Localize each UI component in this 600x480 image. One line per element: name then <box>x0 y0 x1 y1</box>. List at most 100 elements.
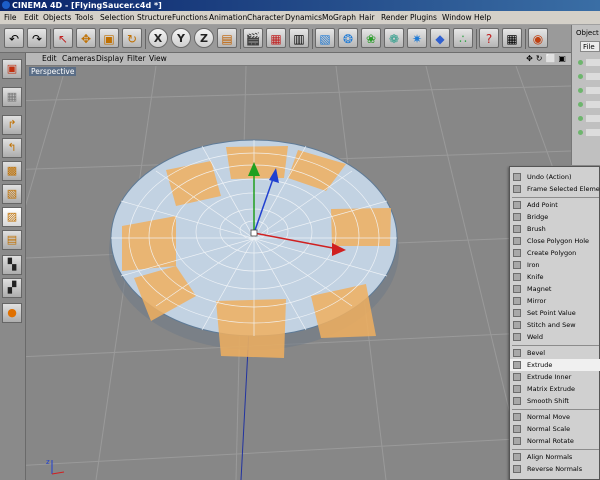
move-tool-icon[interactable]: ✥ <box>76 28 96 48</box>
menu-dynamics[interactable]: Dynamics <box>285 13 322 22</box>
menu-render[interactable]: Render <box>381 13 408 22</box>
menu-item-stitch-and-sew[interactable]: Stitch and Sew <box>510 319 600 331</box>
object-tree-row[interactable] <box>578 113 600 124</box>
menu-item-bevel[interactable]: Bevel <box>510 347 600 359</box>
solo-icon[interactable]: ▞ <box>2 278 22 298</box>
scale-tool-icon[interactable]: ▣ <box>99 28 119 48</box>
menu-item-smooth-shift[interactable]: Smooth Shift <box>510 395 600 407</box>
menu-window[interactable]: Window <box>442 13 472 22</box>
cube-icon[interactable]: ▧ <box>315 28 335 48</box>
z-axis-lock-button[interactable]: Z <box>194 28 214 48</box>
menu-item-align-normals[interactable]: Align Normals <box>510 451 600 463</box>
menu-item-undo-action[interactable]: Undo (Action) <box>510 171 600 183</box>
undo-icon[interactable]: ↶ <box>4 28 24 48</box>
menu-structure[interactable]: Structure <box>137 13 172 22</box>
menu-edit[interactable]: Edit <box>24 13 39 22</box>
menu-item-normal-rotate[interactable]: Normal Rotate <box>510 435 600 447</box>
menu-help[interactable]: Help <box>474 13 491 22</box>
menu-character[interactable]: Character <box>247 13 284 22</box>
light-icon[interactable]: ∴ <box>453 28 473 48</box>
viewport-menu-edit[interactable]: Edit <box>42 54 57 63</box>
menu-item-create-polygon[interactable]: Create Polygon <box>510 247 600 259</box>
x-axis-lock-button[interactable]: X <box>148 28 168 48</box>
menu-mograph[interactable]: MoGraph <box>322 13 356 22</box>
render-settings-icon[interactable]: ▥ <box>289 28 309 48</box>
use-texture-mode-icon[interactable]: ↱ <box>2 115 22 135</box>
menu-item-extrude-inner[interactable]: Extrude Inner <box>510 371 600 383</box>
menu-item-bridge[interactable]: Bridge <box>510 211 600 223</box>
use-model-mode-icon[interactable]: ▣ <box>2 59 22 79</box>
redo-icon[interactable]: ↷ <box>27 28 47 48</box>
menu-item-close-polygon-hole[interactable]: Close Polygon Hole <box>510 235 600 247</box>
toolbar-separator <box>312 29 313 49</box>
coordinate-system-icon[interactable]: ▤ <box>217 28 237 48</box>
sculpt-icon[interactable]: ● <box>2 303 22 323</box>
object-manager-file-tab[interactable]: File <box>580 41 600 52</box>
use-object-axis-icon[interactable]: ▦ <box>2 87 22 107</box>
object-tree-row[interactable] <box>578 127 600 138</box>
menu-tools[interactable]: Tools <box>75 13 93 22</box>
use-polygons-mode-icon[interactable]: ▨ <box>2 207 22 227</box>
menu-item-magnet[interactable]: Magnet <box>510 283 600 295</box>
object-tree-row[interactable] <box>578 71 600 82</box>
menu-item-reverse-normals[interactable]: Reverse Normals <box>510 463 600 475</box>
bevel-icon <box>513 349 521 357</box>
help-icon[interactable]: ? <box>479 28 499 48</box>
workplane-icon[interactable]: ▤ <box>2 230 22 250</box>
menu-item-mirror[interactable]: Mirror <box>510 295 600 307</box>
use-edges-mode-icon[interactable]: ▧ <box>2 184 22 204</box>
viewport-menu-view[interactable]: View <box>149 54 167 63</box>
live-selection-icon[interactable]: ↖ <box>53 28 73 48</box>
object-status-dot <box>578 74 583 79</box>
camera-icon[interactable]: ◆ <box>430 28 450 48</box>
nurbs-icon[interactable]: ❂ <box>338 28 358 48</box>
menu-item-normal-scale[interactable]: Normal Scale <box>510 423 600 435</box>
menu-file[interactable]: File <box>4 13 17 22</box>
layout-icon[interactable]: ▦ <box>502 28 522 48</box>
iron-icon <box>513 261 521 269</box>
viewport-navigation-icons[interactable]: ✥↻⬜▣ <box>526 54 569 63</box>
checker-icon[interactable]: ▚ <box>2 255 22 275</box>
menu-animation[interactable]: Animation <box>209 13 247 22</box>
use-points-mode-icon[interactable]: ▩ <box>2 161 22 181</box>
browser-icon[interactable]: ◉ <box>528 28 548 48</box>
scene-object-icon[interactable]: ✷ <box>407 28 427 48</box>
menu-selection[interactable]: Selection <box>100 13 135 22</box>
menu-item-weld[interactable]: Weld <box>510 331 600 343</box>
object-tree-row[interactable] <box>578 99 600 110</box>
use-texture-axis-icon[interactable]: ↰ <box>2 138 22 158</box>
render-view-icon[interactable]: 🎬 <box>243 28 263 48</box>
menu-item-brush[interactable]: Brush <box>510 223 600 235</box>
viewport-menu-display[interactable]: Display <box>96 54 124 63</box>
menu-item-add-point[interactable]: Add Point <box>510 199 600 211</box>
menu-separator <box>512 197 599 198</box>
menu-item-matrix-extrude[interactable]: Matrix Extrude <box>510 383 600 395</box>
object-status-dot <box>578 102 583 107</box>
object-tree-row[interactable] <box>578 85 600 96</box>
menu-item-extrude[interactable]: Extrude <box>510 359 600 371</box>
object-name-bar <box>586 87 600 94</box>
viewport-menu-cameras[interactable]: Cameras <box>62 54 95 63</box>
menu-objects[interactable]: Objects <box>43 13 71 22</box>
object-tree-row[interactable] <box>578 57 600 68</box>
menu-plugins[interactable]: Plugins <box>410 13 437 22</box>
menu-item-set-point-value[interactable]: Set Point Value <box>510 307 600 319</box>
y-axis-lock-button[interactable]: Y <box>171 28 191 48</box>
rotate-tool-icon[interactable]: ↻ <box>122 28 142 48</box>
weld-icon <box>513 333 521 341</box>
viewport-menu-bar: Edit Cameras Display Filter View ✥↻⬜▣ <box>26 53 571 66</box>
menu-item-iron[interactable]: Iron <box>510 259 600 271</box>
menu-item-knife[interactable]: Knife <box>510 271 600 283</box>
menu-hair[interactable]: Hair <box>359 13 374 22</box>
close-hole-icon <box>513 237 521 245</box>
window-title: CINEMA 4D - [FlyingSaucer.c4d *] <box>12 1 162 10</box>
deformer-icon[interactable]: ❀ <box>361 28 381 48</box>
menu-item-frame-selected[interactable]: Frame Selected Elements <box>510 183 600 195</box>
menu-item-normal-move[interactable]: Normal Move <box>510 411 600 423</box>
array-icon[interactable]: ❁ <box>384 28 404 48</box>
perspective-viewport[interactable]: z <box>26 66 571 480</box>
normal-move-icon <box>513 413 521 421</box>
menu-functions[interactable]: Functions <box>172 13 208 22</box>
viewport-menu-filter[interactable]: Filter <box>127 54 146 63</box>
render-picture-viewer-icon[interactable]: ▦ <box>266 28 286 48</box>
